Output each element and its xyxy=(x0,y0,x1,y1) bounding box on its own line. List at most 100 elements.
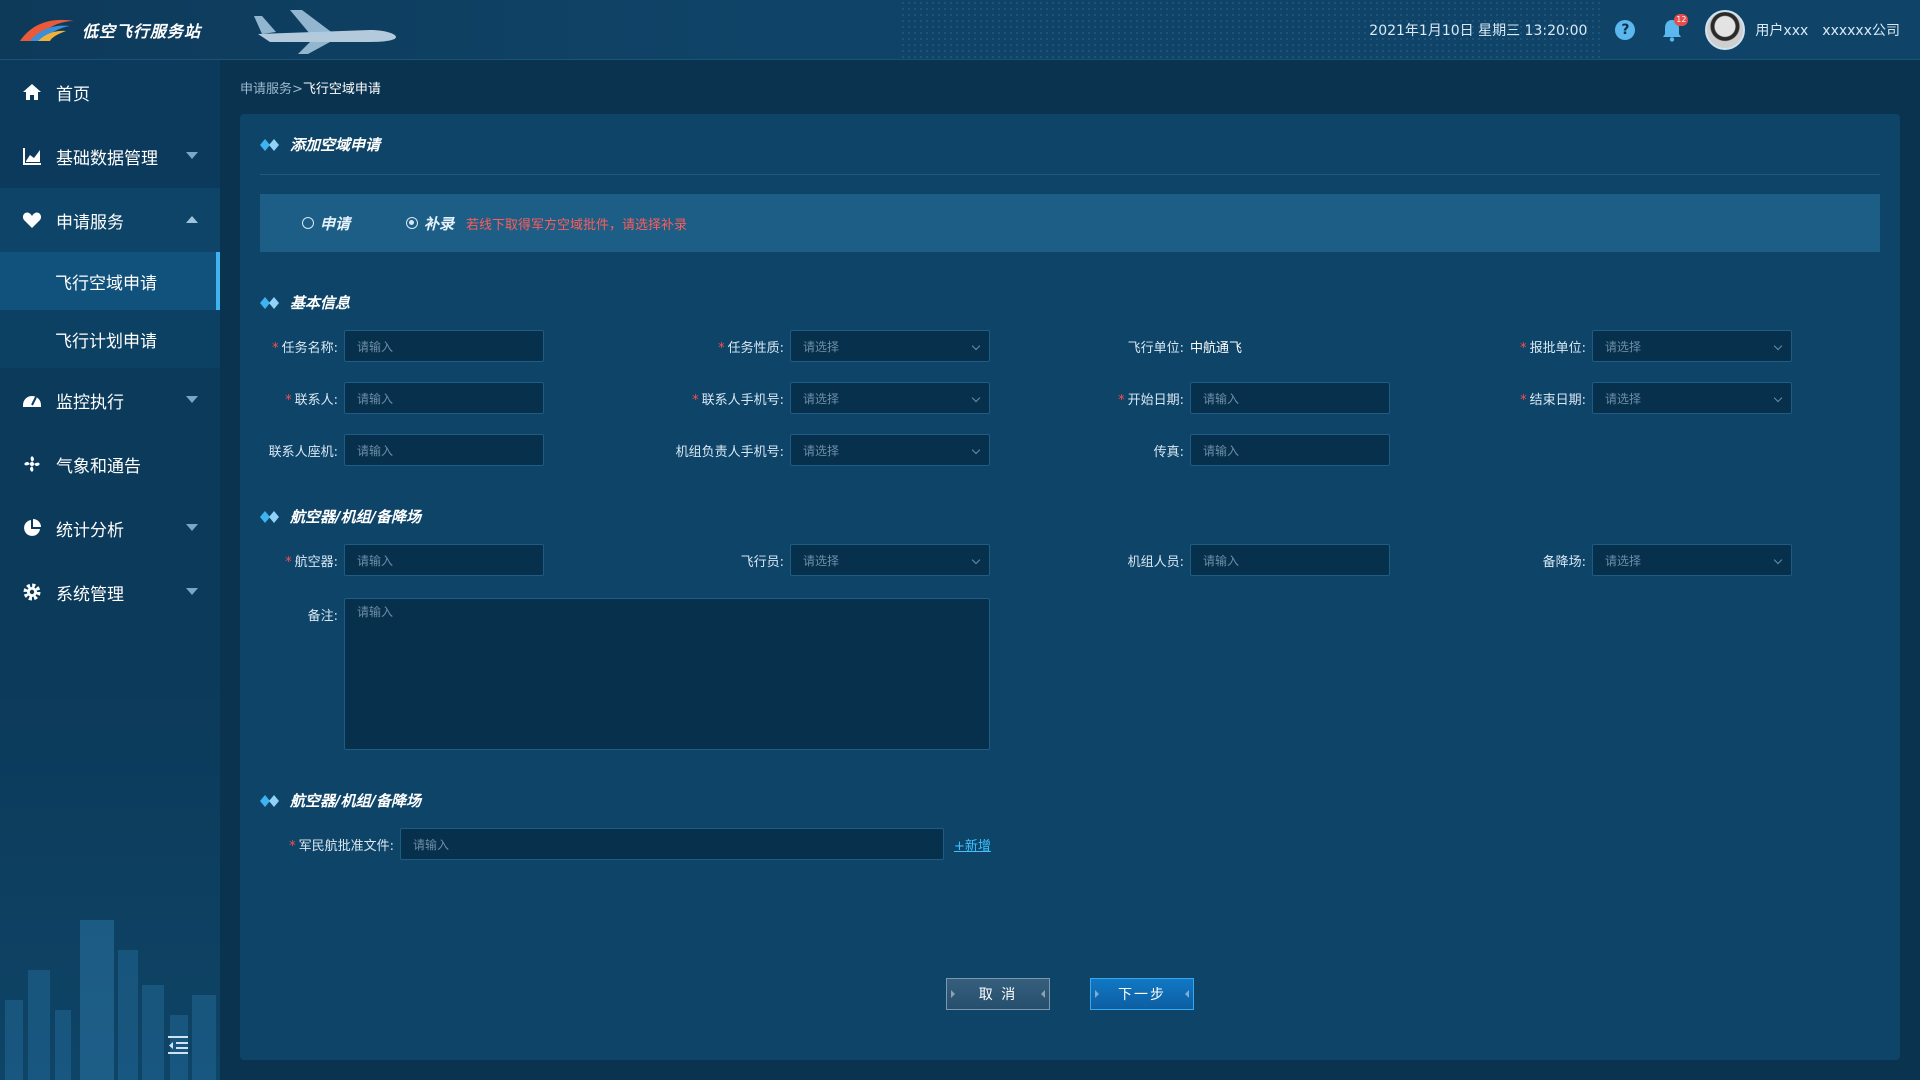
section-basic-title: 基本信息 xyxy=(260,292,350,313)
aircraft-field: * 航空器: 请输入 xyxy=(240,544,544,576)
chart-icon xyxy=(22,146,42,166)
alternate-select[interactable]: 请选择 xyxy=(1592,544,1792,576)
remarks-textarea[interactable]: 请输入 xyxy=(344,598,990,750)
approval-unit-select[interactable]: 请选择 xyxy=(1592,330,1792,362)
remarks-label-field: 备注: xyxy=(307,608,338,624)
supplement-hint: 若线下取得军方空域批件，请选择补录 xyxy=(466,217,688,233)
form-title: 添加空域申请 xyxy=(260,134,380,155)
flight-unit-value: 中航通飞 xyxy=(1190,340,1243,356)
start-date-field: * 开始日期: 请输入 xyxy=(990,382,1390,414)
military-doc-field: * 军民航批准文件: 请输入 +新增 xyxy=(240,828,991,860)
task-nature-field: * 任务性质: 请选择 xyxy=(580,330,990,362)
diamond-bullet-icon xyxy=(260,794,279,807)
breadcrumb-parent[interactable]: 申请服务> xyxy=(240,82,303,97)
task-name-input[interactable]: 请输入 xyxy=(344,330,544,362)
contact-input[interactable]: 请输入 xyxy=(344,382,544,414)
sidebar-item-system[interactable]: 系统管理 xyxy=(0,560,220,624)
radio-supplement[interactable]: 补录 xyxy=(406,213,454,234)
header-right: 2021年1月10日 星期三 13:20:00 ? 12 用户xxx xxxxx… xyxy=(1369,0,1900,60)
cancel-button[interactable]: 取 消 xyxy=(946,978,1050,1010)
airplane-illustration-icon xyxy=(254,10,396,54)
crew-leader-phone-field: 机组负责人手机号: 请选择 xyxy=(580,434,990,466)
chevron-down-icon xyxy=(186,588,198,595)
add-document-link[interactable]: +新增 xyxy=(954,835,991,854)
pilot-field: 飞行员: 请选择 xyxy=(580,544,990,576)
chevron-down-icon xyxy=(971,393,981,403)
next-button[interactable]: 下一步 xyxy=(1090,978,1194,1010)
contact-phone-field: * 联系人手机号: 请选择 xyxy=(580,382,990,414)
task-nature-select[interactable]: 请选择 xyxy=(790,330,990,362)
sidebar: 首页 基础数据管理 申请服务 飞行空域申请 飞行计划申请 监控执行 气象和通告 … xyxy=(0,60,220,1080)
contact-field: * 联系人: 请输入 xyxy=(240,382,544,414)
sidebar-item-monitor[interactable]: 监控执行 xyxy=(0,368,220,432)
diamond-bullet-icon xyxy=(260,296,279,309)
sidebar-item-label: 气象和通告 xyxy=(56,456,141,477)
collapse-menu-icon[interactable] xyxy=(166,1035,190,1055)
military-doc-input[interactable]: 请输入 xyxy=(400,828,944,860)
sidebar-item-basic-data[interactable]: 基础数据管理 xyxy=(0,124,220,188)
end-date-select[interactable]: 请选择 xyxy=(1592,382,1792,414)
top-header: 低空飞行服务站 2021年1月10日 星期三 13:20:00 ? 12 用户x… xyxy=(0,0,1920,60)
chevron-down-icon xyxy=(186,152,198,159)
alternate-field: 备降场: 请选择 xyxy=(1390,544,1792,576)
aircraft-input[interactable]: 请输入 xyxy=(344,544,544,576)
radio-apply[interactable]: 申请 xyxy=(302,213,350,234)
pie-icon xyxy=(22,518,42,538)
fan-icon xyxy=(22,454,42,474)
task-name-field: * 任务名称: 请输入 xyxy=(240,330,544,362)
chevron-down-icon xyxy=(186,524,198,531)
sidebar-item-home[interactable]: 首页 xyxy=(0,60,220,124)
chevron-down-icon xyxy=(971,445,981,455)
approval-unit-field: * 报批单位: 请选择 xyxy=(1390,330,1792,362)
form-panel: 添加空域申请 申请 补录 若线下取得军方空域批件，请选择补录 基本信息 * 任务名… xyxy=(240,114,1900,1060)
sidebar-item-label: 首页 xyxy=(56,84,90,105)
crew-field: 机组人员: 请输入 xyxy=(990,544,1390,576)
logo-swoosh-icon xyxy=(20,19,74,41)
dashboard-icon xyxy=(22,390,42,410)
radio-circle xyxy=(302,217,314,229)
app-title: 低空飞行服务站 xyxy=(82,22,202,41)
user-name[interactable]: 用户xxx xyxy=(1755,20,1808,40)
pilot-select[interactable]: 请选择 xyxy=(790,544,990,576)
end-date-field: * 结束日期: 请选择 xyxy=(1390,382,1792,414)
contact-landline-input[interactable]: 请输入 xyxy=(344,434,544,466)
diamond-bullet-icon xyxy=(260,138,279,151)
sidebar-item-statistics[interactable]: 统计分析 xyxy=(0,496,220,560)
breadcrumb: 申请服务>飞行空域申请 xyxy=(240,78,381,97)
sidebar-item-label: 基础数据管理 xyxy=(56,148,158,169)
sidebar-item-label: 统计分析 xyxy=(56,520,124,541)
diamond-bullet-icon xyxy=(260,510,279,523)
chevron-up-icon xyxy=(186,216,198,223)
notification-badge: 12 xyxy=(1674,14,1689,26)
crew-leader-phone-select[interactable]: 请选择 xyxy=(790,434,990,466)
radio-circle-checked xyxy=(406,217,419,229)
chevron-down-icon xyxy=(971,341,981,351)
home-icon xyxy=(22,82,42,102)
chevron-down-icon xyxy=(1773,341,1783,351)
contact-phone-select[interactable]: 请选择 xyxy=(790,382,990,414)
breadcrumb-current: 飞行空域申请 xyxy=(302,82,381,97)
avatar[interactable] xyxy=(1705,10,1746,50)
section-docs-title: 航空器/机组/备降场 xyxy=(260,790,421,811)
sidebar-subitem-flight-plan-apply[interactable]: 飞行计划申请 xyxy=(0,310,220,368)
start-date-input[interactable]: 请输入 xyxy=(1190,382,1390,414)
notification-button[interactable]: 12 xyxy=(1661,14,1689,42)
sidebar-item-label: 监控执行 xyxy=(56,392,124,413)
apply-type-bar: 申请 补录 若线下取得军方空域批件，请选择补录 xyxy=(260,194,1880,252)
chevron-down-icon xyxy=(971,555,981,565)
crew-input[interactable]: 请输入 xyxy=(1190,544,1390,576)
fax-input[interactable]: 请输入 xyxy=(1190,434,1390,466)
chevron-down-icon xyxy=(1773,393,1783,403)
chevron-down-icon xyxy=(1773,555,1783,565)
chevron-down-icon xyxy=(186,396,198,403)
sidebar-item-apply-service[interactable]: 申请服务 xyxy=(0,188,220,252)
sidebar-item-weather[interactable]: 气象和通告 xyxy=(0,432,220,496)
sidebar-item-label: 申请服务 xyxy=(56,212,124,233)
app-logo[interactable]: 低空飞行服务站 xyxy=(18,14,201,46)
section-aircraft-title: 航空器/机组/备降场 xyxy=(260,506,421,527)
help-icon[interactable]: ? xyxy=(1615,20,1636,40)
heart-icon xyxy=(22,210,42,230)
sidebar-item-label: 系统管理 xyxy=(56,584,124,605)
sidebar-subitem-airspace-apply[interactable]: 飞行空域申请 xyxy=(0,252,220,310)
flight-unit-field: 飞行单位: 中航通飞 xyxy=(990,330,1242,362)
